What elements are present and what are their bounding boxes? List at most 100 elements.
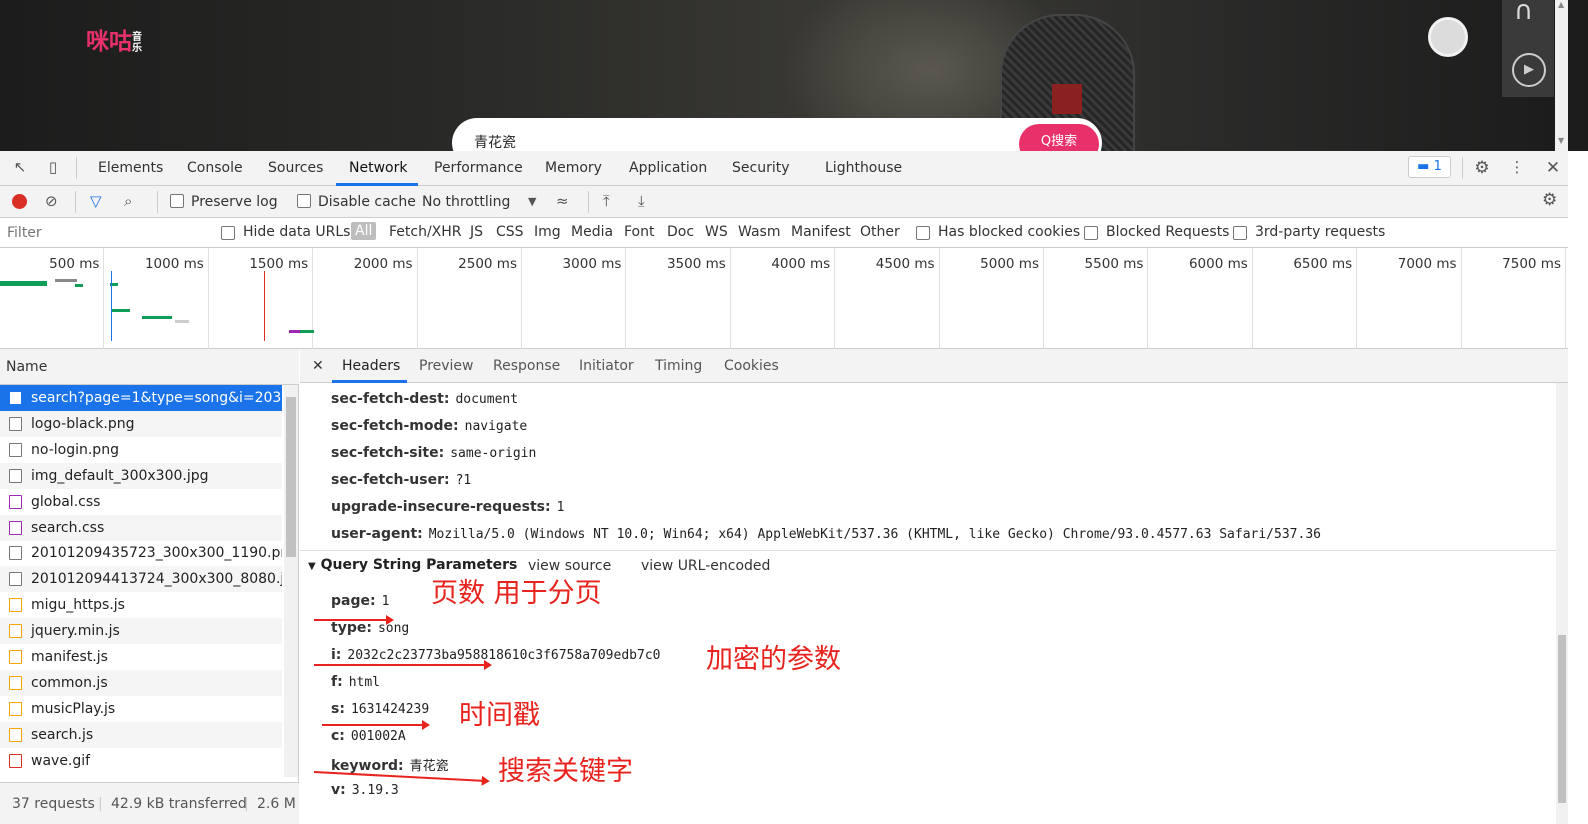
request-row[interactable]: jquery.min.js: [0, 618, 282, 645]
page-scrollbar[interactable]: ▲ ▼: [1555, 0, 1568, 151]
request-list-header[interactable]: Name: [0, 349, 299, 385]
site-search-input[interactable]: 青花瓷: [474, 132, 516, 151]
request-row[interactable]: global.css: [0, 489, 282, 515]
filter-type-other[interactable]: Other: [860, 224, 900, 240]
request-name: musicPlay.js: [31, 700, 116, 717]
filter-type-manifest[interactable]: Manifest: [791, 224, 851, 240]
timeline-tick-label: 5500 ms: [1084, 256, 1144, 272]
tab-headers[interactable]: Headers: [342, 358, 400, 374]
request-row[interactable]: search.css: [0, 514, 282, 541]
has-blocked-cookies-checkbox[interactable]: [916, 226, 930, 240]
file-type-icon: [9, 624, 22, 639]
filter-type-media[interactable]: Media: [571, 224, 613, 240]
tab-preview[interactable]: Preview: [419, 358, 474, 374]
search-icon[interactable]: ⌕: [124, 192, 132, 210]
request-row[interactable]: manifest.js: [0, 644, 282, 670]
filter-type-font[interactable]: Font: [624, 224, 654, 240]
request-name: logo-black.png: [31, 415, 135, 432]
request-row[interactable]: logo-black.png: [0, 410, 282, 437]
tab-memory[interactable]: Memory: [545, 160, 602, 176]
request-row[interactable]: common.js: [0, 669, 282, 696]
device-toolbar-icon[interactable]: ▯: [43, 158, 63, 178]
export-har-icon[interactable]: ⤓: [638, 192, 645, 210]
tab-cookies[interactable]: Cookies: [724, 358, 779, 374]
disable-cache-checkbox[interactable]: [297, 194, 311, 208]
request-row[interactable]: search?page=1&type=song&i=2032c...: [0, 385, 282, 411]
avatar[interactable]: [1428, 17, 1468, 57]
header-row: upgrade-insecure-requests: 1: [331, 499, 564, 515]
issues-badge[interactable]: ▬ 1: [1408, 156, 1451, 178]
request-row[interactable]: migu_https.js: [0, 592, 282, 618]
network-conditions-icon[interactable]: ≈: [556, 192, 569, 210]
file-type-icon: [9, 598, 22, 613]
blocked-requests-checkbox[interactable]: [1084, 226, 1098, 240]
filter-type-js[interactable]: JS: [470, 224, 483, 240]
request-name: no-login.png: [31, 441, 119, 458]
more-options-icon[interactable]: ⋮: [1507, 158, 1527, 178]
hide-data-urls-checkbox[interactable]: [221, 226, 235, 240]
header-key: sec-fetch-user:: [331, 472, 450, 488]
site-search-bar[interactable]: 青花瓷 Q搜索: [452, 118, 1102, 151]
settings-gear-icon[interactable]: ⚙: [1472, 158, 1492, 178]
preserve-log-checkbox[interactable]: [170, 194, 184, 208]
filter-type-css[interactable]: CSS: [496, 224, 524, 240]
scroll-thumb[interactable]: [286, 397, 296, 557]
migu-logo[interactable]: 咪咕音乐: [86, 22, 144, 56]
annotation-arrow: [314, 660, 492, 670]
network-overview-timeline[interactable]: 500 ms 1000 ms 1500 ms 2000 ms 2500 ms 3000 m…: [0, 248, 1568, 349]
third-party-checkbox[interactable]: [1233, 226, 1247, 240]
request-row[interactable]: img_default_300x300.jpg: [0, 462, 282, 489]
filter-funnel-icon[interactable]: ▽: [90, 192, 102, 210]
tab-network[interactable]: Network: [349, 160, 407, 176]
tab-console[interactable]: Console: [187, 160, 243, 176]
timeline-tick-label: 2000 ms: [353, 256, 413, 272]
request-row[interactable]: search.js: [0, 721, 282, 748]
close-detail-icon[interactable]: ✕: [312, 358, 324, 374]
tab-lighthouse[interactable]: Lighthouse: [825, 160, 902, 176]
timeline-bar: [300, 330, 314, 333]
close-devtools-icon[interactable]: ✕: [1543, 158, 1563, 178]
filter-type-img[interactable]: Img: [534, 224, 561, 240]
detail-scrollbar[interactable]: [1556, 383, 1568, 824]
clear-icon[interactable]: ⊘: [45, 192, 58, 210]
headphones-icon[interactable]: ∩: [1514, 0, 1533, 26]
filter-input[interactable]: [3, 222, 205, 244]
filter-type-all[interactable]: All: [351, 222, 377, 240]
import-har-icon[interactable]: ⤒: [603, 192, 610, 210]
file-type-icon: [9, 494, 22, 509]
tab-initiator[interactable]: Initiator: [579, 358, 634, 374]
request-row[interactable]: 201012094413724_300x300_8080.jpg: [0, 566, 282, 593]
view-url-encoded-link[interactable]: view URL-encoded: [641, 558, 770, 574]
blocked-requests-label: Blocked Requests: [1106, 224, 1230, 240]
site-search-button[interactable]: Q搜索: [1019, 124, 1099, 151]
tab-application[interactable]: Application: [629, 160, 707, 176]
scroll-thumb[interactable]: [1558, 635, 1566, 803]
chevron-down-icon[interactable]: ▼: [528, 195, 536, 208]
request-list-scrollbar[interactable]: [284, 385, 298, 777]
record-icon[interactable]: [12, 194, 27, 209]
filter-type-doc[interactable]: Doc: [667, 224, 694, 240]
filter-type-ws[interactable]: WS: [705, 224, 728, 240]
throttling-select[interactable]: No throttling: [422, 194, 510, 210]
network-settings-icon[interactable]: ⚙: [1542, 190, 1557, 210]
tab-elements[interactable]: Elements: [98, 160, 163, 176]
tab-timing[interactable]: Timing: [655, 358, 702, 374]
filter-type-wasm[interactable]: Wasm: [738, 224, 780, 240]
tab-sources[interactable]: Sources: [268, 160, 323, 176]
header-row: sec-fetch-mode: navigate: [331, 418, 527, 434]
tab-security[interactable]: Security: [732, 160, 790, 176]
play-icon[interactable]: ▶: [1512, 53, 1546, 87]
request-row[interactable]: wave.gif: [0, 748, 282, 774]
request-row[interactable]: 20101209435723_300x300_1190.png: [0, 540, 282, 566]
filter-type-fetch-xhr[interactable]: Fetch/XHR: [389, 224, 462, 240]
scroll-down-icon[interactable]: ▼: [1558, 136, 1564, 145]
request-row[interactable]: no-login.png: [0, 437, 282, 463]
tab-performance[interactable]: Performance: [434, 160, 523, 176]
timeline-gridline: [729, 248, 731, 349]
inspect-element-icon[interactable]: ↖: [10, 158, 30, 178]
scroll-up-icon[interactable]: ▲: [1558, 0, 1564, 9]
request-row[interactable]: musicPlay.js: [0, 696, 282, 722]
timeline-tick-label: 500 ms: [49, 256, 100, 272]
file-type-icon: [9, 546, 22, 561]
tab-response[interactable]: Response: [493, 358, 560, 374]
